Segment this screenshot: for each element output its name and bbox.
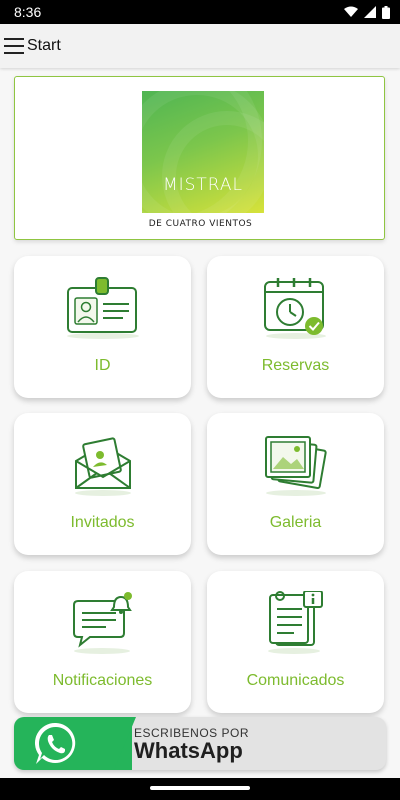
status-icons: [344, 5, 390, 19]
tile-label: Notificaciones: [52, 672, 153, 689]
status-time: 8:36: [14, 4, 42, 20]
club-banner: MISTRAL DE CUATRO VIENTOS: [14, 76, 385, 240]
chat-bell-icon: [72, 592, 132, 654]
logo-subtitle: DE CUATRO VIENTOS: [148, 219, 253, 229]
tile-notificaciones[interactable]: Notificaciones: [14, 571, 191, 713]
system-nav-bar: [0, 778, 400, 800]
whatsapp-big-text: WhatsApp: [134, 738, 243, 763]
gallery-icon: [264, 436, 327, 496]
battery-icon: [382, 5, 390, 19]
menu-icon[interactable]: [4, 38, 24, 54]
tile-reservas[interactable]: Reservas: [207, 256, 384, 398]
signal-icon: [364, 6, 376, 18]
whatsapp-slant: [114, 717, 136, 770]
whatsapp-icon: [34, 722, 76, 764]
tile-comunicados[interactable]: Comunicados: [207, 571, 384, 713]
tile-label: ID: [94, 357, 111, 374]
tile-label: Reservas: [261, 357, 330, 374]
app-bar: Start: [0, 24, 400, 68]
status-bar: 8:36: [0, 0, 400, 24]
calendar-clock-icon: [263, 278, 326, 339]
tile-label: Invitados: [70, 514, 135, 531]
home-gesture-pill[interactable]: [150, 786, 250, 790]
tile-label: Comunicados: [246, 672, 345, 689]
tile-label: Galeria: [269, 514, 322, 531]
club-logo: MISTRAL: [142, 91, 264, 213]
whatsapp-button[interactable]: ESCRIBENOS POR WhatsApp: [14, 717, 386, 770]
id-card-icon: [66, 277, 139, 339]
invitation-envelope-icon: [74, 437, 131, 496]
tile-invitados[interactable]: Invitados: [14, 413, 191, 555]
clipboard-info-icon: [267, 591, 323, 654]
tile-id[interactable]: ID: [14, 256, 191, 398]
tile-galeria[interactable]: Galeria: [207, 413, 384, 555]
logo-title: MISTRAL: [162, 175, 244, 195]
page-title: Start: [27, 37, 61, 54]
wifi-icon: [344, 6, 358, 17]
